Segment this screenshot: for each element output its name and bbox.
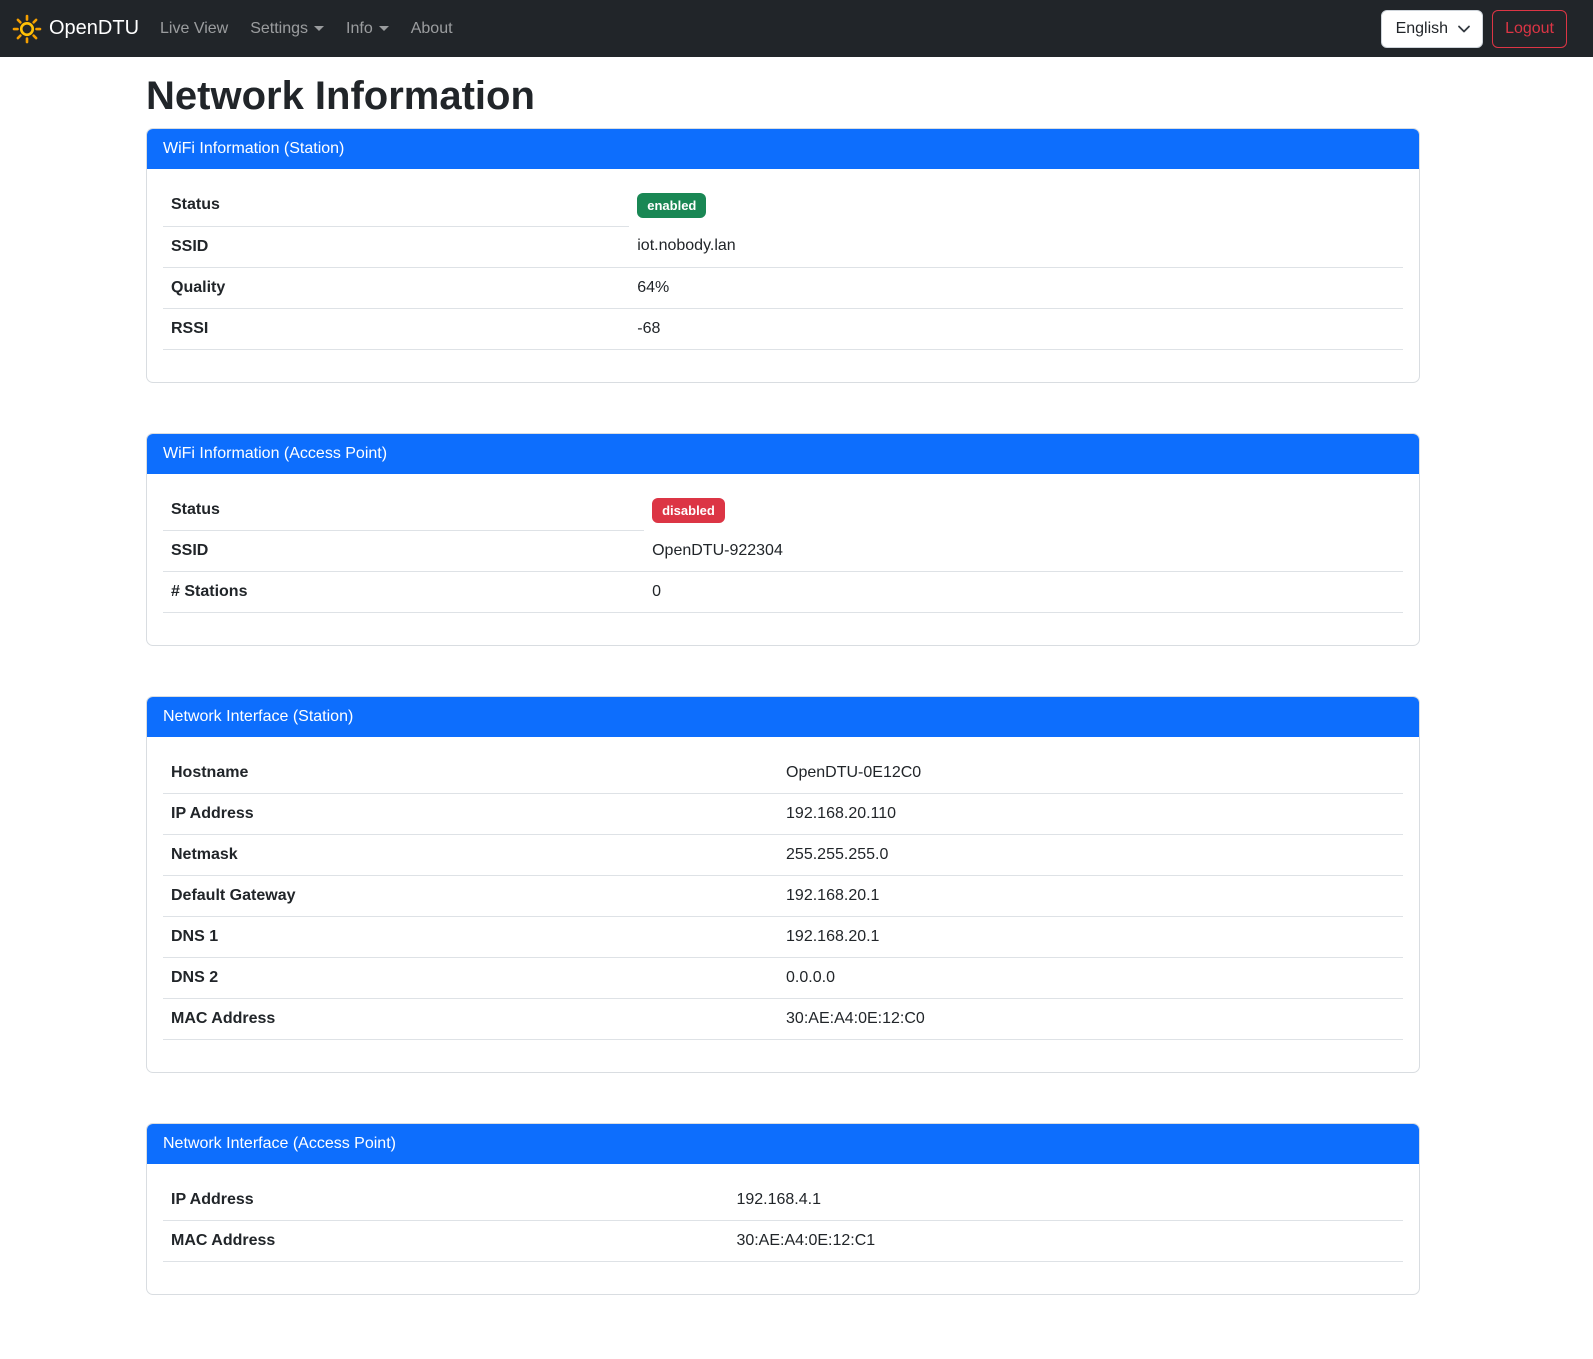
- card-header: WiFi Information (Access Point): [147, 434, 1419, 474]
- caret-down-icon: [379, 26, 389, 31]
- table-row: IP Address 192.168.20.110: [163, 794, 1403, 835]
- table-row: Status disabled: [163, 490, 1403, 531]
- info-card: Network Interface (Access Point) IP Addr…: [146, 1123, 1420, 1295]
- status-badge: enabled: [637, 193, 706, 218]
- row-label: Netmask: [163, 835, 778, 876]
- table-row: Quality 64%: [163, 267, 1403, 308]
- card-header: Network Interface (Station): [147, 697, 1419, 737]
- table-row: Status enabled: [163, 185, 1403, 226]
- caret-down-icon: [314, 26, 324, 31]
- row-label: Status: [163, 185, 629, 226]
- row-value: disabled: [644, 490, 1403, 531]
- row-label: SSID: [163, 531, 644, 572]
- nav-item-info[interactable]: Info: [335, 12, 400, 46]
- nav-item-about[interactable]: About: [400, 12, 464, 46]
- row-label: IP Address: [163, 794, 778, 835]
- info-card: Network Interface (Station) Hostname Ope…: [146, 696, 1420, 1073]
- main-content: Network Information WiFi Information (St…: [146, 72, 1420, 1295]
- brand-label: OpenDTU: [49, 17, 139, 40]
- nav-item-settings[interactable]: Settings: [239, 12, 335, 46]
- row-value: 255.255.255.0: [778, 835, 1403, 876]
- table-row: Default Gateway 192.168.20.1: [163, 876, 1403, 917]
- info-table: IP Address 192.168.4.1 MAC Address 30:AE…: [163, 1180, 1403, 1262]
- table-row: SSID OpenDTU-922304: [163, 531, 1403, 572]
- row-value: iot.nobody.lan: [629, 226, 1403, 267]
- card-body: Hostname OpenDTU-0E12C0 IP Address 192.1…: [147, 737, 1419, 1072]
- row-value: 192.168.20.110: [778, 794, 1403, 835]
- nav-menu: Live View Settings Info About: [149, 12, 464, 46]
- row-label: # Stations: [163, 572, 644, 613]
- row-value: OpenDTU-0E12C0: [778, 753, 1403, 794]
- brand[interactable]: OpenDTU: [12, 14, 139, 44]
- info-card: WiFi Information (Access Point) Status d…: [146, 433, 1420, 647]
- info-card: WiFi Information (Station) Status enable…: [146, 128, 1420, 383]
- row-value: 192.168.4.1: [728, 1180, 1403, 1221]
- row-label: Quality: [163, 267, 629, 308]
- row-value: 64%: [629, 267, 1403, 308]
- status-badge: disabled: [652, 498, 725, 523]
- cards: WiFi Information (Station) Status enable…: [146, 128, 1420, 1295]
- card-body: IP Address 192.168.4.1 MAC Address 30:AE…: [147, 1164, 1419, 1294]
- table-row: Netmask 255.255.255.0: [163, 835, 1403, 876]
- row-value: 30:AE:A4:0E:12:C0: [778, 999, 1403, 1040]
- row-value: 192.168.20.1: [778, 876, 1403, 917]
- logout-button[interactable]: Logout: [1492, 10, 1567, 48]
- language-select-value: English: [1396, 20, 1448, 38]
- row-label: Hostname: [163, 753, 778, 794]
- table-row: MAC Address 30:AE:A4:0E:12:C1: [163, 1221, 1403, 1262]
- row-label: MAC Address: [163, 1221, 728, 1262]
- info-table: Status enabled SSID iot.nobody.lan Quali…: [163, 185, 1403, 350]
- row-label: Status: [163, 490, 644, 531]
- row-value: 0: [644, 572, 1403, 613]
- info-table: Status disabled SSID OpenDTU-922304 # St…: [163, 490, 1403, 614]
- row-label: RSSI: [163, 308, 629, 349]
- table-row: MAC Address 30:AE:A4:0E:12:C0: [163, 999, 1403, 1040]
- row-label: DNS 1: [163, 917, 778, 958]
- row-label: DNS 2: [163, 958, 778, 999]
- table-row: DNS 1 192.168.20.1: [163, 917, 1403, 958]
- row-value: enabled: [629, 185, 1403, 226]
- row-label: Default Gateway: [163, 876, 778, 917]
- table-row: IP Address 192.168.4.1: [163, 1180, 1403, 1221]
- row-value: 0.0.0.0: [778, 958, 1403, 999]
- info-table: Hostname OpenDTU-0E12C0 IP Address 192.1…: [163, 753, 1403, 1040]
- row-label: IP Address: [163, 1180, 728, 1221]
- row-label: MAC Address: [163, 999, 778, 1040]
- card-header: WiFi Information (Station): [147, 129, 1419, 169]
- table-row: Hostname OpenDTU-0E12C0: [163, 753, 1403, 794]
- row-value: OpenDTU-922304: [644, 531, 1403, 572]
- table-row: RSSI -68: [163, 308, 1403, 349]
- navbar-right: English Logout: [1381, 10, 1567, 48]
- card-body: Status enabled SSID iot.nobody.lan Quali…: [147, 169, 1419, 382]
- row-value: 192.168.20.1: [778, 917, 1403, 958]
- row-label: SSID: [163, 226, 629, 267]
- language-select[interactable]: English: [1381, 10, 1483, 48]
- navbar: OpenDTU Live View Settings Info About En…: [0, 0, 1593, 57]
- row-value: -68: [629, 308, 1403, 349]
- row-value: 30:AE:A4:0E:12:C1: [728, 1221, 1403, 1262]
- table-row: # Stations 0: [163, 572, 1403, 613]
- table-row: DNS 2 0.0.0.0: [163, 958, 1403, 999]
- nav-item-live-view[interactable]: Live View: [149, 12, 239, 46]
- chevron-down-icon: [1456, 21, 1472, 42]
- sun-icon: [12, 14, 42, 44]
- page-title: Network Information: [146, 72, 1420, 120]
- table-row: SSID iot.nobody.lan: [163, 226, 1403, 267]
- card-body: Status disabled SSID OpenDTU-922304 # St…: [147, 474, 1419, 646]
- card-header: Network Interface (Access Point): [147, 1124, 1419, 1164]
